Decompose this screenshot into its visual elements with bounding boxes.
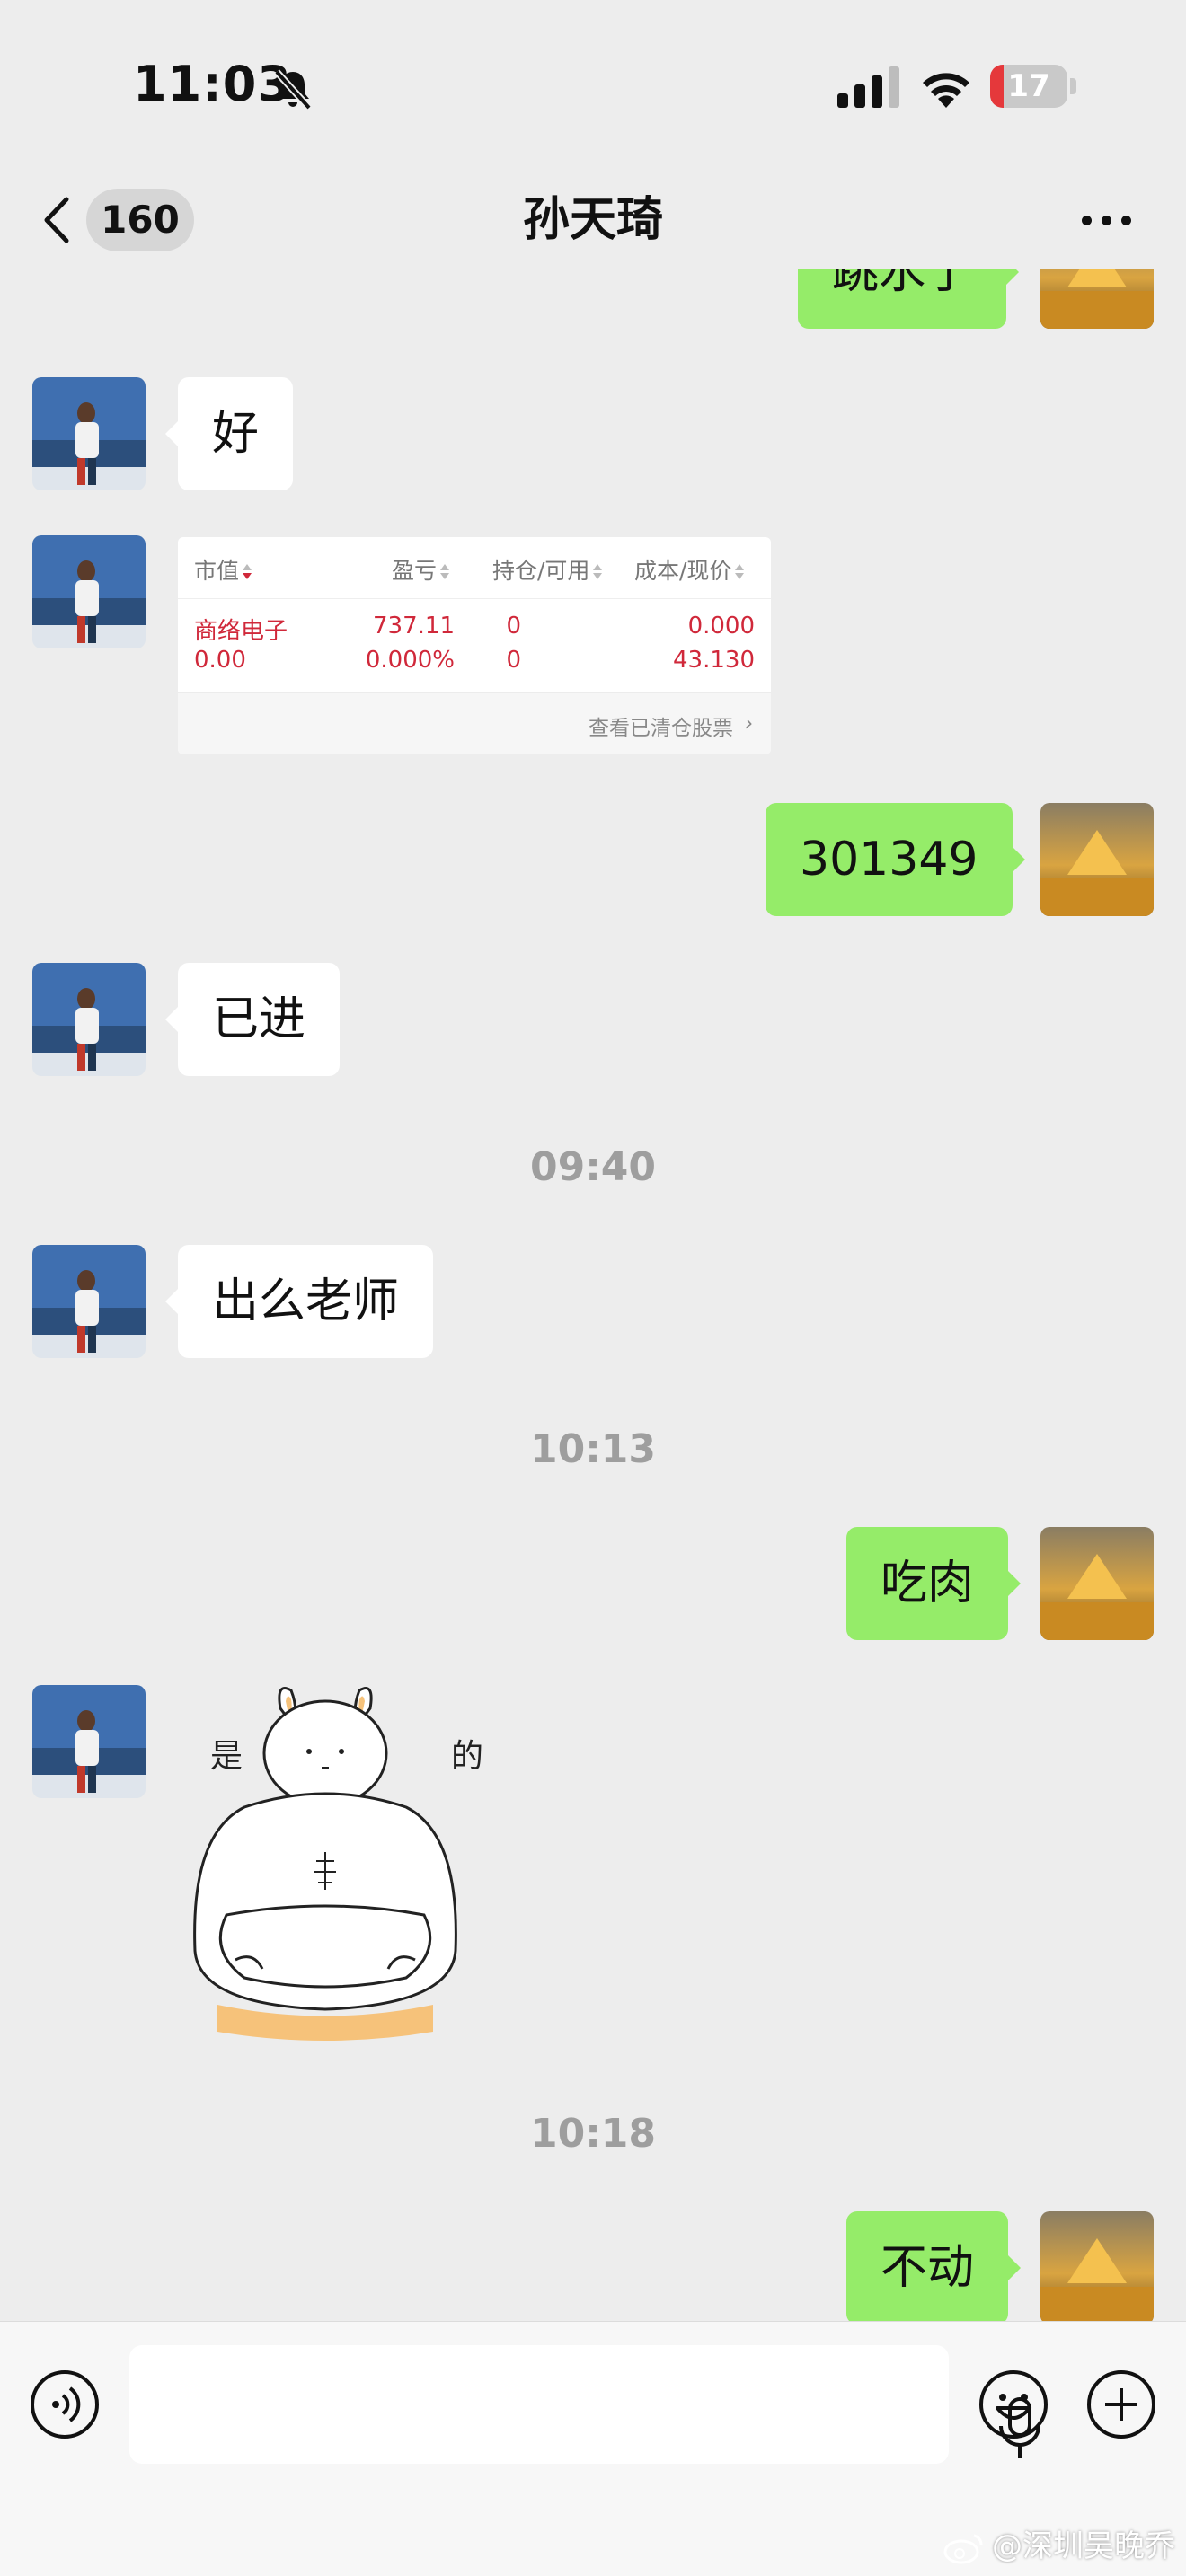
- battery-icon: 17: [990, 65, 1076, 108]
- voice-input-icon[interactable]: [29, 2369, 101, 2440]
- column-header-cost-price: 成本/现价: [634, 553, 745, 586]
- message-bubble-outgoing[interactable]: 跳水了: [798, 269, 1020, 329]
- more-options-icon[interactable]: [1075, 198, 1139, 243]
- sticker-text: 的: [451, 1738, 484, 1775]
- plus-icon[interactable]: [1085, 2369, 1157, 2440]
- wifi-icon: [923, 73, 969, 108]
- message-bubble-outgoing[interactable]: 301349: [766, 803, 1025, 916]
- message-text: 好: [212, 407, 260, 461]
- timestamp: 09:40: [529, 1144, 657, 1190]
- weibo-logo-icon: [943, 2534, 983, 2563]
- sticker-text: 是: [210, 1738, 243, 1775]
- message-bubble-outgoing[interactable]: 吃肉: [846, 1527, 1022, 1640]
- timestamp: 10:18: [529, 2111, 657, 2157]
- sticker-message[interactable]: 是 的: [190, 1681, 532, 2059]
- watermark: @深圳吴晚乔: [943, 2521, 1175, 2565]
- chat-header: 160 孙天琦: [0, 171, 1186, 269]
- battery-level: 17: [1007, 68, 1050, 104]
- stock-position-screenshot[interactable]: 市值 盈亏 持仓/可用 成本/现价 商络电子 737.11 0 0.000 0.…: [178, 537, 771, 754]
- my-avatar[interactable]: [1040, 2211, 1154, 2321]
- message-input[interactable]: [129, 2345, 1040, 2464]
- stock-pnl: 737.11: [373, 613, 455, 640]
- column-header-pnl: 盈亏: [392, 553, 450, 586]
- contact-avatar[interactable]: [32, 377, 146, 490]
- stock-cost: 0.000: [687, 613, 755, 640]
- message-text: 不动: [881, 2241, 975, 2295]
- my-avatar[interactable]: [1040, 1527, 1154, 1640]
- contact-avatar[interactable]: [32, 1245, 146, 1358]
- view-cleared-stocks-link[interactable]: 查看已清仓股票 ›: [178, 692, 771, 754]
- stock-market-value: 0.00: [194, 647, 246, 674]
- stock-position: 0: [506, 613, 521, 640]
- column-header-position: 持仓/可用: [492, 553, 603, 586]
- my-avatar[interactable]: [1040, 269, 1154, 329]
- input-bar: @深圳吴晚乔: [0, 2321, 1186, 2576]
- message-bubble-incoming[interactable]: 已进: [164, 963, 341, 1076]
- message-bubble-incoming[interactable]: 好: [164, 377, 294, 490]
- status-bar: 11:03 17: [0, 0, 1186, 171]
- message-text: 出么老师: [212, 1275, 400, 1328]
- emoji-icon[interactable]: [978, 2369, 1049, 2440]
- message-list[interactable]: 跳水了 好 市值 盈亏 持仓/可用 成本/现价 商络电子 737.11 0 0.…: [0, 269, 1186, 2321]
- contact-avatar[interactable]: [32, 963, 146, 1076]
- message-text: 吃肉: [881, 1557, 975, 1610]
- bell-muted-icon: [274, 69, 312, 110]
- cellular-signal-icon: [837, 66, 899, 108]
- chevron-right-icon: ›: [744, 712, 753, 736]
- message-bubble-incoming[interactable]: 出么老师: [164, 1245, 434, 1358]
- stock-name: 商络电子: [194, 618, 288, 645]
- stock-pnl-percent: 0.000%: [365, 647, 455, 674]
- timestamp: 10:13: [529, 1426, 657, 1472]
- stock-available: 0: [506, 647, 521, 674]
- contact-avatar[interactable]: [32, 535, 146, 648]
- message-text: 跳水了: [832, 269, 973, 299]
- stock-current-price: 43.130: [673, 647, 755, 674]
- message-bubble-outgoing[interactable]: 不动: [846, 2211, 1022, 2321]
- back-chevron-icon[interactable]: [36, 190, 81, 250]
- column-header-market-value: 市值: [194, 553, 252, 586]
- my-avatar[interactable]: [1040, 803, 1154, 916]
- status-time: 11:03: [133, 56, 292, 112]
- unread-count-badge[interactable]: 160: [86, 189, 194, 251]
- message-text: 301349: [800, 833, 978, 887]
- contact-avatar[interactable]: [32, 1685, 146, 1798]
- message-text: 已进: [212, 992, 306, 1046]
